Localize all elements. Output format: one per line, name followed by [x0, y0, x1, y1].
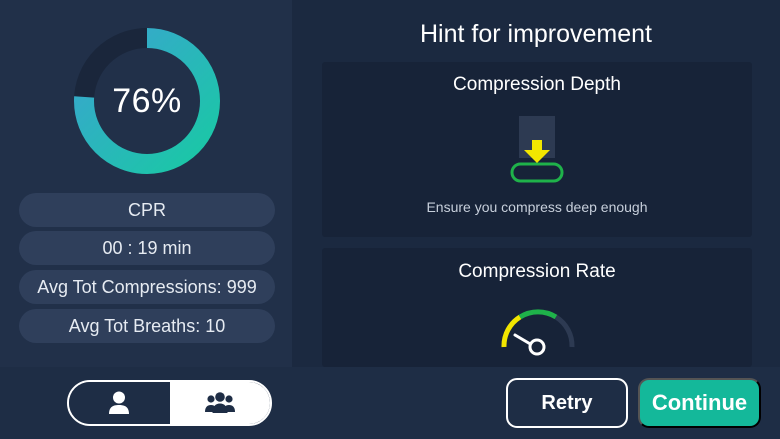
user-icon [109, 391, 130, 414]
single-user-mode-button[interactable] [69, 382, 170, 424]
stat-pill-mode: CPR [19, 193, 275, 227]
hint-card-rate-title: Compression Rate [458, 261, 616, 282]
stat-pill-compressions: Avg Tot Compressions: 999 [19, 270, 275, 304]
hint-card-depth-title: Compression Depth [453, 74, 621, 95]
stat-pill-duration: 00 : 19 min [19, 231, 275, 265]
stat-pill-breaths: Avg Tot Breaths: 10 [19, 309, 275, 343]
hint-card-depth-description: Ensure you compress deep enough [426, 199, 648, 215]
rate-gauge-icon [501, 309, 575, 356]
group-users-icon [204, 392, 235, 413]
hint-card-rate: Compression Rate [322, 248, 752, 367]
compression-depth-icon [510, 116, 564, 183]
retry-button[interactable]: Retry [506, 378, 628, 428]
hints-title: Hint for improvement [419, 20, 653, 48]
group-mode-button[interactable] [169, 382, 270, 424]
mode-toggle [67, 380, 272, 426]
hint-card-depth: Compression Depth Ensure you compress de… [322, 62, 752, 237]
score-percentage: 76% [112, 81, 182, 120]
continue-button[interactable]: Continue [638, 378, 761, 428]
